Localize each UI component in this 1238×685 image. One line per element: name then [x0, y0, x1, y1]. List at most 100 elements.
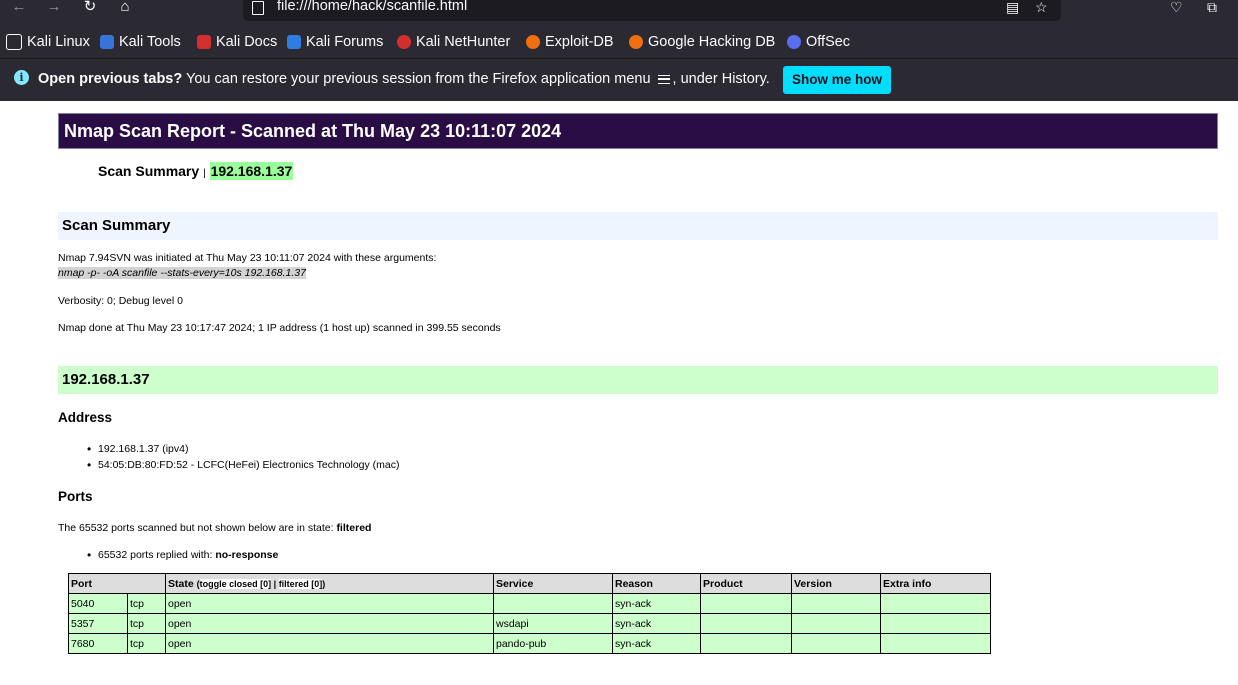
- port-service: pando-pub: [493, 633, 613, 654]
- col-extra: Extra info: [880, 573, 991, 594]
- ports-table-header: Port State (toggle closed [0] | filtered…: [68, 573, 991, 594]
- kali-nethunter-icon: [397, 35, 411, 49]
- extensions-icon[interactable]: ⧉: [1207, 0, 1217, 14]
- scan-summary-heading: Scan Summary: [58, 212, 1218, 240]
- bookmark-label: Google Hacking DB: [648, 34, 776, 50]
- restore-session-notice: i Open previous tabs? You can restore yo…: [0, 58, 1238, 101]
- port-number: 7680: [68, 633, 128, 654]
- ghdb-icon: [629, 35, 643, 49]
- bookmark-kali-linux[interactable]: Kali Linux: [6, 33, 90, 51]
- replied-item: 65532 ports replied with: no-response: [87, 548, 279, 562]
- reload-icon[interactable]: ↻: [79, 0, 101, 16]
- table-row: 5357 tcp open wsdapi syn-ack: [68, 613, 991, 634]
- address-item: 192.168.1.37 (ipv4): [87, 442, 188, 456]
- state-toggles: (toggle closed [0] | filtered [0]): [197, 578, 325, 589]
- report-title: Nmap Scan Report - Scanned at Thu May 23…: [58, 113, 1218, 149]
- bookmark-kali-docs[interactable]: Kali Docs: [197, 33, 277, 51]
- bookmark-google-hacking-db[interactable]: Google Hacking DB: [629, 33, 775, 51]
- bookmark-label: Kali Linux: [27, 34, 90, 50]
- bookmark-label: OffSec: [806, 34, 851, 50]
- address-heading: Address: [58, 410, 113, 425]
- ports-table: Port State (toggle closed [0] | filtered…: [68, 573, 991, 654]
- notice-text-end: , under History.: [672, 71, 770, 87]
- scan-arguments-line: nmap -p- -oA scanfile --stats-every=10s …: [58, 267, 306, 279]
- col-product: Product: [700, 573, 792, 594]
- toggle-filtered-link[interactable]: filtered [0]: [278, 578, 323, 589]
- port-extra: [880, 593, 991, 614]
- browser-toolbar: ← → ↻ ⌂ file:///home/hack/scanfile.html …: [0, 0, 1238, 26]
- pocket-icon[interactable]: ♡: [1170, 0, 1183, 14]
- col-service: Service: [493, 573, 613, 594]
- bookmark-label: Kali Forums: [306, 34, 384, 50]
- notice-message: Open previous tabs? You can restore your…: [38, 71, 770, 87]
- port-extra: [880, 613, 991, 634]
- port-version: [791, 613, 881, 634]
- port-reason: syn-ack: [612, 633, 701, 654]
- port-product: [700, 633, 792, 654]
- bookmark-kali-forums[interactable]: Kali Forums: [287, 33, 383, 51]
- port-reason: syn-ack: [612, 593, 701, 614]
- notice-title: Open previous tabs?: [38, 71, 183, 87]
- show-me-how-button[interactable]: Show me how: [783, 66, 891, 94]
- col-version: Version: [791, 573, 881, 594]
- toggle-separator: |: [273, 578, 277, 589]
- exploit-db-icon: [526, 35, 540, 49]
- bookmark-exploit-db[interactable]: Exploit-DB: [526, 33, 614, 51]
- page-icon: [252, 1, 264, 15]
- state-label: State: [168, 577, 194, 590]
- notice-text: You can restore your previous session fr…: [182, 71, 655, 87]
- bookmark-star-icon[interactable]: ☆: [1035, 0, 1048, 14]
- url-text[interactable]: file:///home/hack/scanfile.html: [277, 0, 467, 14]
- host-link[interactable]: 192.168.1.37: [209, 162, 294, 180]
- bookmark-label: Kali Docs: [216, 34, 278, 50]
- col-port: Port: [68, 573, 166, 594]
- port-state: open: [165, 633, 494, 654]
- kali-docs-icon: [197, 35, 211, 49]
- forward-arrow-icon[interactable]: →: [43, 0, 65, 16]
- back-arrow-icon[interactable]: ←: [8, 0, 30, 16]
- port-state: open: [165, 593, 494, 614]
- bookmark-label: Kali Tools: [119, 34, 181, 50]
- port-product: [700, 593, 792, 614]
- host-heading: 192.168.1.37: [58, 366, 1218, 394]
- bookmark-kali-nethunter[interactable]: Kali NetHunter: [397, 33, 510, 51]
- verbosity-text: Verbosity: 0; Debug level 0: [58, 295, 183, 307]
- filtered-ports-text: The 65532 ports scanned but not shown be…: [58, 522, 371, 534]
- home-icon[interactable]: ⌂: [114, 0, 136, 16]
- kali-dragon-icon: [6, 34, 22, 50]
- scan-done-text: Nmap done at Thu May 23 10:17:47 2024; 1…: [58, 322, 501, 334]
- bookmarks-toolbar: Kali Linux Kali Tools Kali Docs Kali For…: [0, 26, 1238, 58]
- ports-heading: Ports: [58, 489, 93, 504]
- port-product: [700, 613, 792, 634]
- reader-view-icon[interactable]: ▤: [1006, 0, 1019, 14]
- port-state: open: [165, 613, 494, 634]
- port-service: [493, 593, 613, 614]
- info-icon: i: [14, 70, 29, 85]
- offsec-icon: [787, 35, 801, 49]
- port-reason: syn-ack: [612, 613, 701, 634]
- summary-link[interactable]: Scan Summary: [98, 163, 199, 179]
- bookmark-offsec[interactable]: OffSec: [787, 33, 850, 51]
- kali-forums-icon: [287, 35, 301, 49]
- toggle-closed-link[interactable]: toggle closed [0]: [199, 578, 272, 589]
- page-content: Nmap Scan Report - Scanned at Thu May 23…: [0, 101, 1238, 685]
- port-number: 5040: [68, 593, 128, 614]
- address-item: 54:05:DB:80:FD:52 - LCFC(HeFei) Electron…: [87, 458, 400, 472]
- replied-label: 65532 ports replied with:: [98, 549, 213, 561]
- summary-separator: |: [203, 168, 206, 179]
- filtered-state: filtered: [336, 522, 372, 534]
- col-reason: Reason: [612, 573, 701, 594]
- table-row: 5040 tcp open syn-ack: [68, 593, 991, 614]
- port-protocol: tcp: [127, 613, 166, 634]
- col-state: State (toggle closed [0] | filtered [0]): [165, 573, 494, 594]
- table-row: 7680 tcp open pando-pub syn-ack: [68, 633, 991, 654]
- port-version: [791, 593, 881, 614]
- bookmark-kali-tools[interactable]: Kali Tools: [100, 33, 181, 51]
- port-extra: [880, 633, 991, 654]
- port-service: wsdapi: [493, 613, 613, 634]
- port-number: 5357: [68, 613, 128, 634]
- address-bar[interactable]: file:///home/hack/scanfile.html ▤ ☆: [243, 0, 1061, 21]
- replied-reason: no-response: [215, 549, 279, 561]
- scan-arguments: nmap -p- -oA scanfile --stats-every=10s …: [58, 267, 306, 279]
- bookmark-label: Exploit-DB: [545, 34, 614, 50]
